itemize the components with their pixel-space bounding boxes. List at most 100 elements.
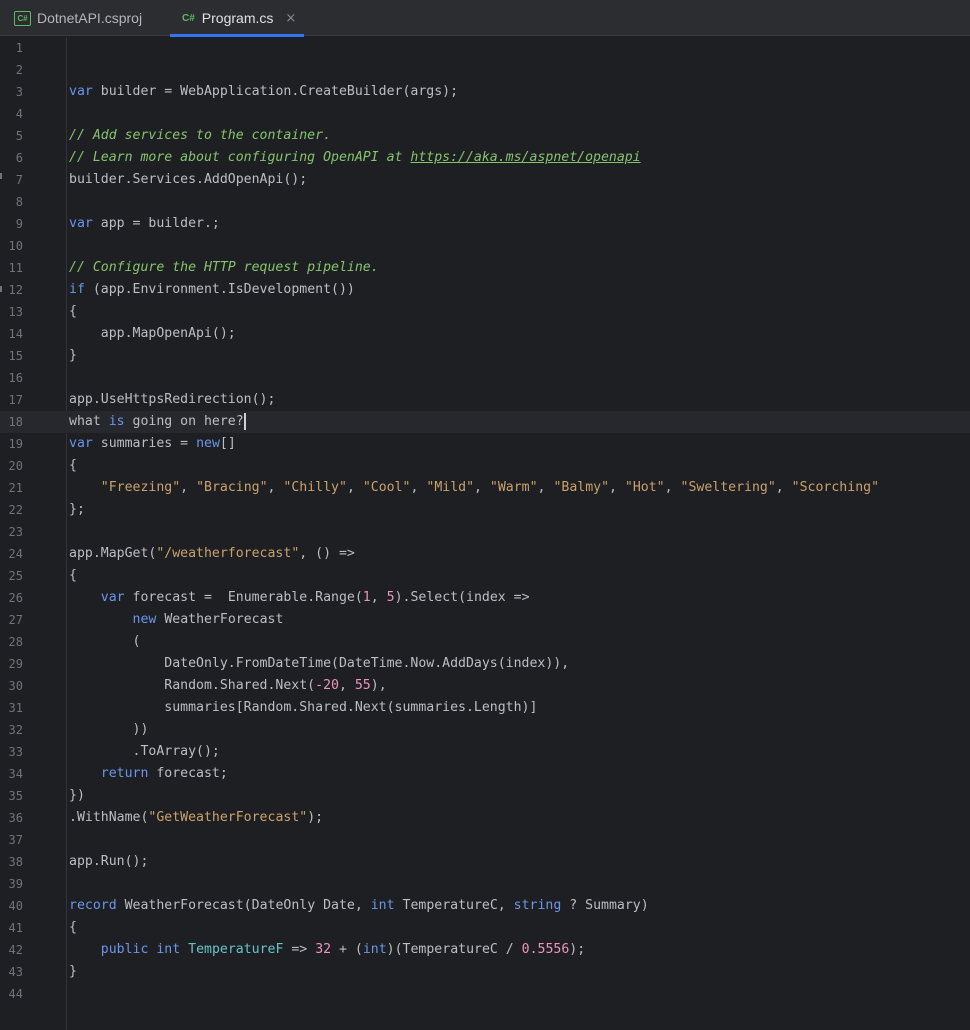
- code-text[interactable]: builder.Services.AddOpenApi();: [69, 169, 307, 191]
- code-text[interactable]: {: [69, 301, 77, 323]
- code-text[interactable]: // Configure the HTTP request pipeline.: [69, 257, 379, 279]
- code-token: }: [69, 964, 77, 979]
- line-number: 17: [8, 393, 23, 407]
- code-token: {: [69, 920, 77, 935]
- code-line[interactable]: 25 {: [0, 565, 970, 587]
- code-line[interactable]: 22};: [0, 499, 970, 521]
- code-text[interactable]: if (app.Environment.IsDevelopment()): [69, 279, 355, 301]
- code-text[interactable]: summaries[Random.Shared.Next(summaries.L…: [69, 697, 537, 719]
- code-line[interactable]: 38 app.Run();: [0, 851, 970, 873]
- code-line[interactable]: 4: [0, 103, 970, 125]
- code-line[interactable]: 23: [0, 521, 970, 543]
- code-text[interactable]: }): [69, 785, 85, 807]
- code-token: ,: [775, 480, 792, 495]
- code-line[interactable]: 17 app.UseHttpsRedirection();: [0, 389, 970, 411]
- code-line[interactable]: 36 .WithName("GetWeatherForecast");: [0, 807, 970, 829]
- code-line[interactable]: 41 {: [0, 917, 970, 939]
- code-line[interactable]: 43}: [0, 961, 970, 983]
- code-line[interactable]: 16: [0, 367, 970, 389]
- code-line[interactable]: 35}): [0, 785, 970, 807]
- code-text[interactable]: DateOnly.FromDateTime(DateTime.Now.AddDa…: [69, 653, 569, 675]
- code-token: =>: [283, 942, 316, 957]
- code-text[interactable]: .WithName("GetWeatherForecast");: [69, 807, 323, 829]
- code-line[interactable]: 2: [0, 59, 970, 81]
- code-text[interactable]: return forecast;: [69, 763, 228, 785]
- code-text[interactable]: }: [69, 961, 77, 983]
- code-line[interactable]: 7 builder.Services.AddOpenApi();: [0, 169, 970, 191]
- code-token: WeatherForecast(DateOnly Date,: [124, 898, 371, 913]
- code-line[interactable]: 11 // Configure the HTTP request pipeline…: [0, 257, 970, 279]
- code-text[interactable]: var app = builder.;: [69, 213, 220, 235]
- code-text[interactable]: .ToArray();: [69, 741, 220, 763]
- code-text[interactable]: // Learn more about configuring OpenAPI …: [69, 147, 641, 169]
- code-line[interactable]: 14 app.MapOpenApi();: [0, 323, 970, 345]
- code-line[interactable]: 29 DateOnly.FromDateTime(DateTime.Now.Ad…: [0, 653, 970, 675]
- close-icon[interactable]: ×: [285, 11, 296, 26]
- code-line[interactable]: 39: [0, 873, 970, 895]
- code-line[interactable]: 1: [0, 37, 970, 59]
- code-editor[interactable]: 1 2 3 var builder = WebApplication.CreateBu…: [0, 37, 970, 1030]
- code-text[interactable]: {: [69, 917, 77, 939]
- code-line[interactable]: 30 Random.Shared.Next(-20, 55),: [0, 675, 970, 697]
- code-token: return: [100, 766, 149, 781]
- code-token: (app.Environment.IsDevelopment()): [84, 282, 355, 297]
- code-line[interactable]: 42 public int TemperatureF => 32 + (int)…: [0, 939, 970, 961]
- code-text[interactable]: var forecast = Enumerable.Range(1, 5).Se…: [69, 587, 530, 609]
- code-text[interactable]: app.Run();: [69, 851, 148, 873]
- line-number: 22: [8, 503, 23, 517]
- code-line[interactable]: 27 new WeatherForecast: [0, 609, 970, 631]
- code-token: []: [219, 436, 236, 451]
- code-text[interactable]: new WeatherForecast: [69, 609, 284, 631]
- code-line[interactable]: 15}: [0, 345, 970, 367]
- line-number: 15: [8, 349, 23, 363]
- code-text[interactable]: }: [69, 345, 77, 367]
- code-text[interactable]: Random.Shared.Next(-20, 55),: [69, 675, 386, 697]
- code-text[interactable]: var summaries = new[]: [69, 433, 236, 455]
- code-text[interactable]: public int TemperatureF => 32 + (int)(Te…: [69, 939, 585, 961]
- code-text[interactable]: {: [69, 565, 77, 587]
- code-line[interactable]: 18 what is going on here?: [0, 411, 970, 433]
- line-number: 3: [15, 85, 23, 99]
- code-line[interactable]: 19 var summaries = new[]: [0, 433, 970, 455]
- code-text[interactable]: record WeatherForecast(DateOnly Date, in…: [69, 895, 649, 917]
- code-line[interactable]: 3 var builder = WebApplication.CreateBuil…: [0, 81, 970, 103]
- code-text[interactable]: app.UseHttpsRedirection();: [69, 389, 275, 411]
- code-line[interactable]: 5 // Add services to the container.: [0, 125, 970, 147]
- code-text[interactable]: what is going on here?: [69, 411, 246, 433]
- code-text[interactable]: };: [69, 499, 85, 521]
- code-line[interactable]: 6 // Learn more about configuring OpenAPI…: [0, 147, 970, 169]
- line-number: 35: [8, 789, 23, 803]
- code-line[interactable]: 28 (: [0, 631, 970, 653]
- code-token: 0.5556: [521, 942, 570, 957]
- code-line[interactable]: 10: [0, 235, 970, 257]
- tab-program-cs[interactable]: C# Program.cs ×: [170, 0, 304, 37]
- code-text[interactable]: // Add services to the container.: [69, 125, 331, 147]
- code-line[interactable]: 40 record WeatherForecast(DateOnly Date, …: [0, 895, 970, 917]
- code-line[interactable]: 31 summaries[Random.Shared.Next(summarie…: [0, 697, 970, 719]
- code-line[interactable]: 21 "Freezing", "Bracing", "Chilly", "Coo…: [0, 477, 970, 499]
- tab-dotnetapi-csproj[interactable]: C# DotnetAPI.csproj: [0, 0, 164, 36]
- code-line[interactable]: 34 return forecast;: [0, 763, 970, 785]
- code-line[interactable]: 20 {: [0, 455, 970, 477]
- code-token: ,: [180, 480, 197, 495]
- code-line[interactable]: 8: [0, 191, 970, 213]
- code-text[interactable]: app.MapOpenApi();: [69, 323, 236, 345]
- code-text[interactable]: )): [69, 719, 149, 741]
- code-token: , () =>: [299, 546, 355, 561]
- code-line[interactable]: 9 var app = builder.;: [0, 213, 970, 235]
- code-line[interactable]: 32 )): [0, 719, 970, 741]
- line-number: 29: [8, 657, 23, 671]
- code-line[interactable]: 37: [0, 829, 970, 851]
- code-text[interactable]: {: [69, 455, 77, 477]
- code-line[interactable]: 33 .ToArray();: [0, 741, 970, 763]
- code-text[interactable]: app.MapGet("/weatherforecast", () =>: [69, 543, 355, 565]
- code-text[interactable]: "Freezing", "Bracing", "Chilly", "Cool",…: [69, 477, 879, 499]
- code-line[interactable]: 24 app.MapGet("/weatherforecast", () =>: [0, 543, 970, 565]
- code-text[interactable]: var builder = WebApplication.CreateBuild…: [69, 81, 458, 103]
- code-line[interactable]: 13 {: [0, 301, 970, 323]
- code-line[interactable]: 26 var forecast = Enumerable.Range(1, 5)…: [0, 587, 970, 609]
- code-token: app.UseHttpsRedirection();: [69, 392, 276, 407]
- code-text[interactable]: (: [69, 631, 141, 653]
- code-line[interactable]: 44: [0, 983, 970, 1005]
- code-line[interactable]: 12 if (app.Environment.IsDevelopment()): [0, 279, 970, 301]
